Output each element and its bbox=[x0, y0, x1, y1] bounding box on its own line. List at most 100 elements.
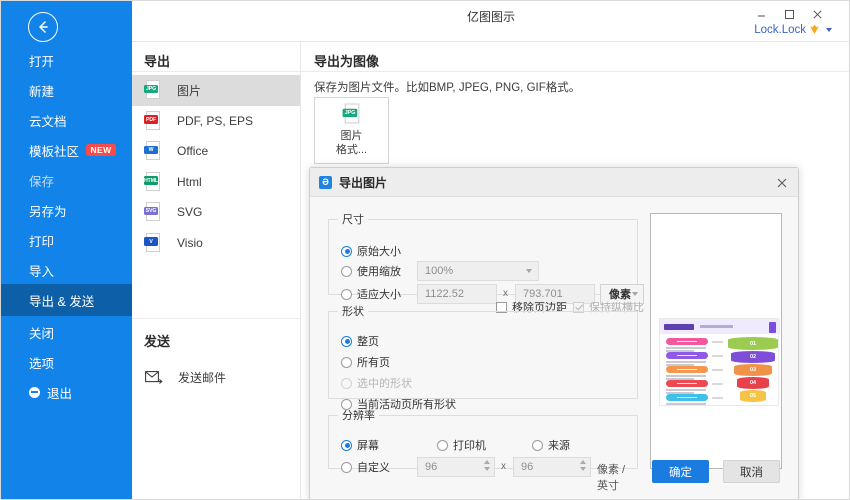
sidebar-item-new[interactable]: 新建 bbox=[1, 74, 132, 106]
export-width-input[interactable]: 1122.52 bbox=[417, 284, 497, 304]
radio-screen[interactable]: 屏幕 bbox=[341, 437, 379, 453]
radio-selected-shapes[interactable]: 选中的形状 bbox=[341, 375, 412, 391]
sidebar-item-export-and-send[interactable]: 导出 & 发送 bbox=[1, 284, 132, 316]
chevron-down-icon bbox=[632, 292, 638, 296]
sidebar-item-import[interactable]: 导入 bbox=[1, 254, 132, 286]
sidebar-item-label: 关闭 bbox=[29, 323, 54, 342]
sidebar-item-close[interactable]: 关闭 bbox=[1, 316, 132, 348]
close-window-button[interactable] bbox=[804, 4, 830, 24]
format-item-visio[interactable]: V Visio bbox=[132, 228, 300, 259]
format-item-office[interactable]: W Office bbox=[132, 136, 300, 167]
sidebar-item-options[interactable]: 选项 bbox=[1, 346, 132, 378]
size-group-legend: 尺寸 bbox=[338, 211, 368, 227]
radio-printer[interactable]: 打印机 bbox=[437, 437, 486, 453]
radio-label: 适应大小 bbox=[357, 286, 401, 302]
sidebar-item-cloud-docs[interactable]: 云文档 bbox=[1, 104, 132, 136]
preview-connector bbox=[712, 369, 723, 371]
svg-file-icon: SVG bbox=[144, 202, 161, 222]
jpg-file-icon: JPG bbox=[144, 80, 161, 100]
funnel-segment: 01 bbox=[728, 337, 778, 350]
chevron-down-icon bbox=[526, 269, 532, 273]
format-tag: W bbox=[144, 146, 158, 155]
preview-pill bbox=[666, 394, 708, 401]
sidebar-item-open[interactable]: 打开 bbox=[1, 44, 132, 76]
sidebar-item-label: 新建 bbox=[29, 81, 54, 100]
application-window: 打开 新建 云文档 模板社区 NEW 保存 另存为 打印 导入 导出 & 发送 … bbox=[0, 0, 850, 500]
sidebar-item-template-community[interactable]: 模板社区 NEW bbox=[1, 134, 132, 166]
funnel-segment: 03 bbox=[734, 364, 772, 376]
dialog-close-button[interactable] bbox=[773, 174, 790, 191]
dialog-body: 尺寸 原始大小 使用缩放 100% 适应大小 bbox=[310, 197, 798, 500]
image-format-card[interactable]: JPG 图片 格式... bbox=[314, 97, 389, 164]
preview-page: 01 02 03 04 05 bbox=[655, 238, 779, 406]
cancel-button[interactable]: 取消 bbox=[723, 460, 780, 483]
preview-pill bbox=[666, 380, 708, 387]
preview-title-bar bbox=[664, 324, 694, 330]
sidebar-item-label: 选项 bbox=[29, 353, 54, 372]
account-name: Lock.Lock bbox=[754, 24, 806, 36]
sidebar-item-label: 打印 bbox=[29, 231, 54, 250]
sidebar-item-save[interactable]: 保存 bbox=[1, 164, 132, 196]
preview-text-lines bbox=[666, 403, 706, 406]
sidebar-item-label: 保存 bbox=[29, 171, 54, 190]
radio-dot bbox=[341, 289, 352, 300]
preview-diagram-header bbox=[660, 319, 780, 334]
radio-source[interactable]: 来源 bbox=[532, 437, 570, 453]
preview-connector bbox=[712, 397, 723, 399]
funnel-segment: 05 bbox=[740, 390, 766, 402]
radio-dot bbox=[437, 440, 448, 451]
format-item-html[interactable]: HTML Html bbox=[132, 167, 300, 198]
format-item-image[interactable]: JPG 图片 bbox=[132, 75, 300, 106]
format-item-pdf[interactable]: PDF PDF, PS, EPS bbox=[132, 106, 300, 137]
radio-whole-page[interactable]: 整页 bbox=[341, 333, 379, 349]
radio-original-size[interactable]: 原始大小 bbox=[341, 243, 401, 259]
preview-label-row bbox=[666, 366, 708, 381]
account-menu[interactable]: Lock.Lock bbox=[754, 23, 832, 36]
minimize-button[interactable] bbox=[748, 4, 774, 24]
radio-dot bbox=[532, 440, 543, 451]
radio-label: 屏幕 bbox=[357, 437, 379, 453]
export-format-list: JPG 图片 PDF PDF, PS, EPS W Office bbox=[132, 71, 300, 258]
send-section: 发送 发送邮件 bbox=[132, 318, 300, 392]
radio-label: 打印机 bbox=[453, 437, 486, 453]
format-label: Visio bbox=[177, 236, 203, 250]
radio-fit-size[interactable]: 适应大小 bbox=[341, 286, 401, 302]
format-tag: SVG bbox=[144, 207, 158, 216]
preview-label-row bbox=[666, 380, 708, 395]
sidebar-item-print[interactable]: 打印 bbox=[1, 224, 132, 256]
radio-all-pages[interactable]: 所有页 bbox=[341, 354, 390, 370]
radio-label: 使用缩放 bbox=[357, 263, 401, 279]
format-label: 图片 bbox=[177, 82, 201, 99]
backstage-sidebar: 打开 新建 云文档 模板社区 NEW 保存 另存为 打印 导入 导出 & 发送 … bbox=[1, 1, 132, 500]
format-tag: JPG bbox=[144, 85, 158, 94]
preview-connector bbox=[712, 355, 723, 357]
title-bar: 亿图图示 Lock.Lock bbox=[132, 1, 850, 42]
sidebar-item-save-as[interactable]: 另存为 bbox=[1, 194, 132, 226]
back-button[interactable] bbox=[28, 12, 58, 42]
close-icon bbox=[776, 177, 788, 189]
maximize-button[interactable] bbox=[776, 4, 802, 24]
format-item-svg[interactable]: SVG SVG bbox=[132, 197, 300, 228]
funnel-segment: 02 bbox=[731, 351, 775, 363]
sidebar-item-exit[interactable]: 退出 bbox=[1, 376, 132, 408]
format-label: Office bbox=[177, 144, 208, 158]
zoom-percent-select[interactable]: 100% bbox=[417, 261, 539, 281]
preview-pill bbox=[666, 352, 708, 359]
mail-send-icon bbox=[145, 370, 163, 384]
preview-connector bbox=[712, 383, 723, 385]
page-title: 导出为图像 bbox=[314, 51, 379, 70]
radio-use-zoom[interactable]: 使用缩放 bbox=[341, 263, 401, 279]
send-heading: 发送 bbox=[144, 331, 300, 350]
ok-button[interactable]: 确定 bbox=[652, 460, 709, 483]
preview-accent-block bbox=[769, 322, 776, 333]
radio-label: 选中的形状 bbox=[357, 375, 412, 391]
preview-label-row bbox=[666, 394, 708, 406]
dialog-footer: 确定 取消 bbox=[310, 455, 798, 500]
size-group: 尺寸 原始大小 使用缩放 100% 适应大小 bbox=[328, 211, 638, 295]
sidebar-item-label: 另存为 bbox=[29, 201, 67, 220]
preview-label-row bbox=[666, 338, 708, 353]
sidebar-item-label: 导入 bbox=[29, 261, 54, 280]
send-mail-item[interactable]: 发送邮件 bbox=[132, 362, 300, 392]
format-label: Html bbox=[177, 175, 202, 189]
preview-label-row bbox=[666, 352, 708, 367]
